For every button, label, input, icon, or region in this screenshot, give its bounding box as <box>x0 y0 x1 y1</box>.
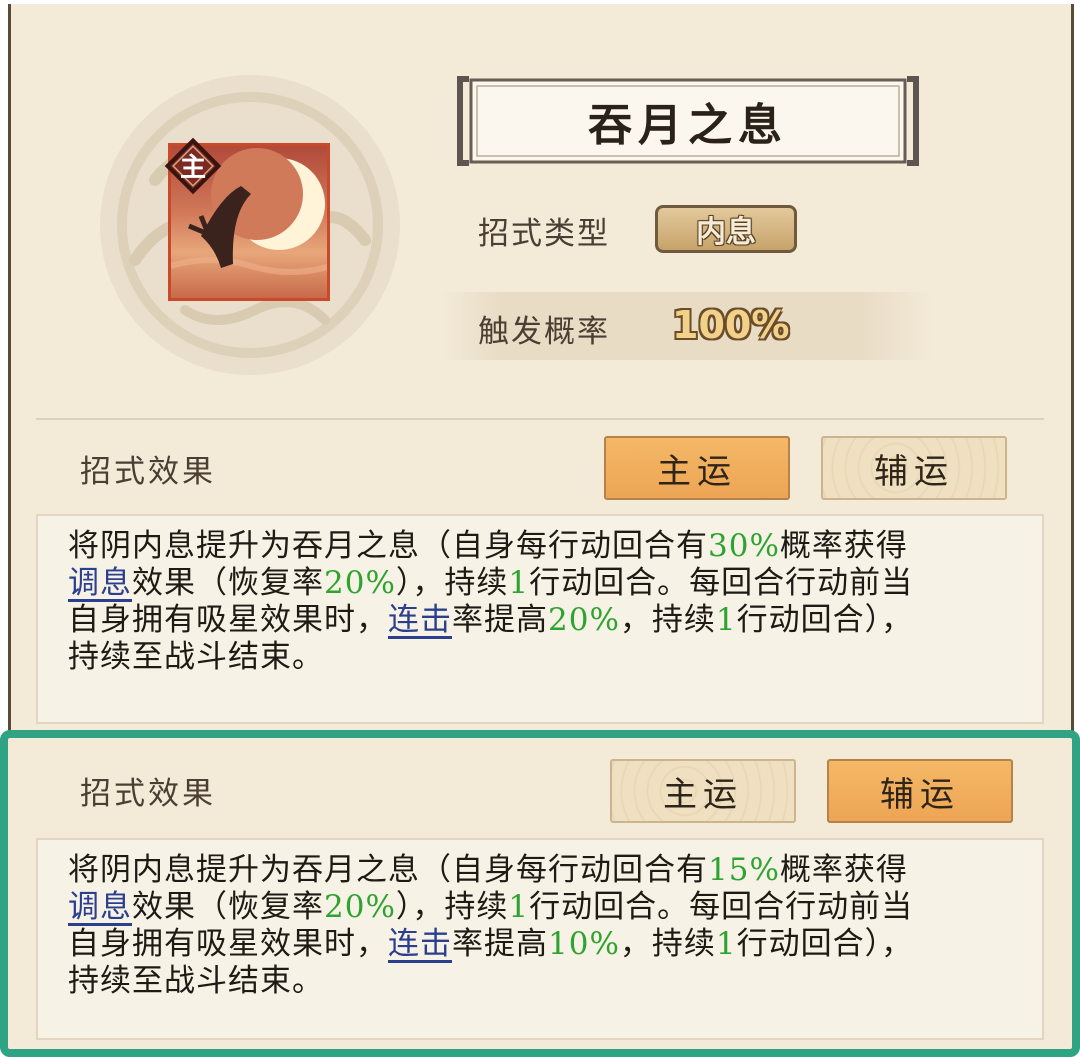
main-badge-label: 主 <box>180 153 206 183</box>
effect-description-support: 将阴内息提升为吞月之息（自身每行动回合有15%概率获得 调息效果（恢复率20%）… <box>68 852 914 999</box>
tab-main-practice[interactable]: 主运 <box>604 436 790 500</box>
lianji-link-support[interactable]: 连击 <box>388 926 452 962</box>
tab-support-practice[interactable]: 辅运 <box>821 436 1007 500</box>
trigger-rate-value: 100% <box>672 303 790 347</box>
skill-type-label: 招式类型 <box>478 216 610 252</box>
trigger-rate-label: 触发概率 <box>478 314 610 350</box>
tiaoxi-link[interactable]: 调息 <box>68 565 132 601</box>
tiaoxi-link-support[interactable]: 调息 <box>68 889 132 925</box>
section-divider <box>36 418 1044 420</box>
skill-name: 吞月之息 <box>588 100 788 151</box>
main-skill-badge: 主 <box>164 137 222 195</box>
chance-value: 30% <box>708 528 780 564</box>
tab-support-practice-alt[interactable]: 辅运 <box>827 759 1013 823</box>
lianji-link[interactable]: 连击 <box>388 602 452 638</box>
tab-main-practice-alt[interactable]: 主运 <box>610 759 796 823</box>
effects-title-support: 招式效果 <box>80 776 216 812</box>
effect-description: 将阴内息提升为吞月之息（自身每行动回合有30%概率获得 调息效果（恢复率20%）… <box>68 528 914 675</box>
chance-value-support: 15% <box>708 852 780 888</box>
effects-title: 招式效果 <box>80 454 216 490</box>
skill-type-badge: 内息 <box>655 205 797 253</box>
